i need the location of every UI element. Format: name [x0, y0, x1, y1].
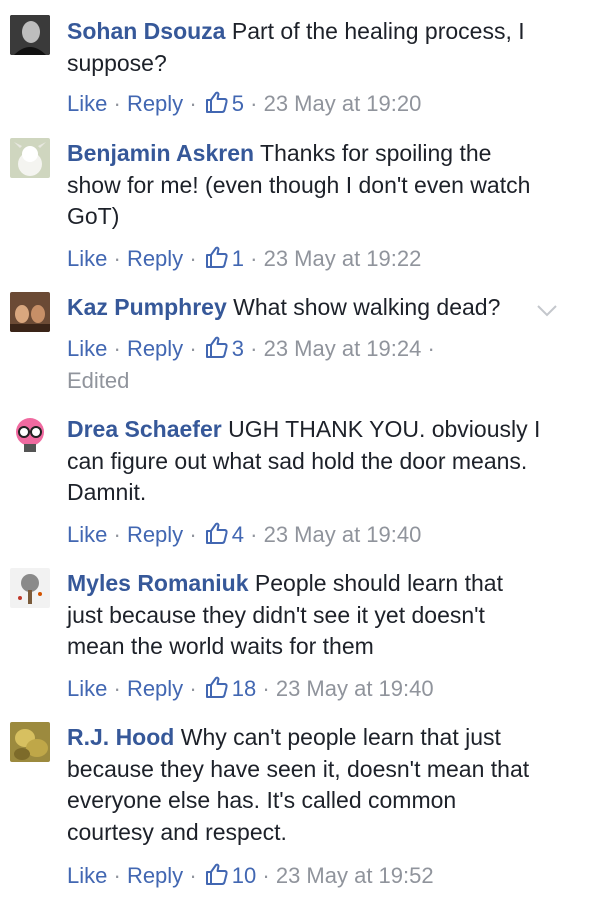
separator: · [113, 336, 121, 361]
like-count-button[interactable]: 3 [203, 336, 250, 361]
like-count: 1 [231, 246, 245, 271]
separator: · [113, 676, 121, 701]
reply-link[interactable]: Reply [127, 336, 183, 361]
comment-author[interactable]: R.J. Hood [67, 724, 174, 750]
comment-actions: Like · Reply · 3 · 23 May at 19:24 · [67, 333, 567, 364]
edited-label[interactable]: Edited [67, 365, 567, 396]
like-count: 10 [231, 863, 257, 888]
like-count: 3 [231, 336, 245, 361]
chevron-down-icon[interactable] [535, 300, 559, 320]
like-count-button[interactable]: 10 [203, 863, 263, 888]
reply-link[interactable]: Reply [127, 91, 183, 116]
comment-actions: Like · Reply · 18 · 23 May at 19:40 [67, 673, 567, 704]
timestamp[interactable]: 23 May at 19:52 [276, 863, 434, 888]
comment-actions: Like · Reply · 4 · 23 May at 19:40 [67, 519, 567, 550]
like-link[interactable]: Like [67, 91, 107, 116]
like-link[interactable]: Like [67, 676, 107, 701]
comment-body: Drea Schaefer UGH THANK YOU. obviously I… [67, 414, 542, 509]
separator: · [113, 246, 121, 271]
thumbs-up-icon [205, 522, 228, 544]
comment-body: Sohan Dsouza Part of the healing process… [67, 16, 542, 79]
separator: · [250, 336, 258, 361]
separator: · [250, 246, 258, 271]
comment-actions: Like · Reply · 1 · 23 May at 19:22 [67, 243, 567, 274]
comment-actions: Like · Reply · 10 · 23 May at 19:52 [67, 860, 567, 891]
separator: · [189, 522, 197, 547]
separator: · [189, 91, 197, 116]
comment-author[interactable]: Drea Schaefer [67, 416, 222, 442]
like-count: 4 [231, 522, 245, 547]
reply-link[interactable]: Reply [127, 522, 183, 547]
comment-author[interactable]: Myles Romaniuk [67, 570, 249, 596]
timestamp[interactable]: 23 May at 19:24 [264, 336, 422, 361]
separator: · [189, 863, 197, 888]
like-link[interactable]: Like [67, 336, 107, 361]
comment-text: What show walking dead? [233, 294, 501, 320]
separator: · [113, 522, 121, 547]
timestamp[interactable]: 23 May at 19:40 [276, 676, 434, 701]
separator: · [189, 246, 197, 271]
thumbs-up-icon [205, 91, 228, 113]
comment-body: R.J. Hood Why can't people learn that ju… [67, 722, 542, 848]
separator: · [189, 676, 197, 701]
like-link[interactable]: Like [67, 522, 107, 547]
comment-author[interactable]: Kaz Pumphrey [67, 294, 227, 320]
timestamp[interactable]: 23 May at 19:22 [264, 246, 422, 271]
like-link[interactable]: Like [67, 863, 107, 888]
avatar[interactable] [10, 414, 50, 454]
avatar[interactable] [10, 138, 50, 178]
like-link[interactable]: Like [67, 246, 107, 271]
avatar[interactable] [10, 568, 50, 608]
avatar[interactable] [10, 722, 50, 762]
separator: · [262, 676, 270, 701]
reply-link[interactable]: Reply [127, 246, 183, 271]
separator: · [189, 336, 197, 361]
separator: · [427, 336, 435, 361]
separator: · [262, 863, 270, 888]
thumbs-up-icon [205, 246, 228, 268]
thumbs-up-icon [205, 863, 228, 885]
like-count-button[interactable]: 5 [203, 91, 250, 116]
avatar[interactable] [10, 292, 50, 332]
thumbs-up-icon [205, 676, 228, 698]
separator: · [250, 91, 258, 116]
comment-author[interactable]: Sohan Dsouza [67, 18, 225, 44]
like-count: 5 [231, 91, 245, 116]
comment-author[interactable]: Benjamin Askren [67, 140, 254, 166]
comment-body: Myles Romaniuk People should learn that … [67, 568, 542, 663]
reply-link[interactable]: Reply [127, 863, 183, 888]
comment-body: Kaz Pumphrey What show walking dead? [67, 292, 542, 324]
like-count: 18 [231, 676, 257, 701]
avatar[interactable] [10, 15, 50, 55]
reply-link[interactable]: Reply [127, 676, 183, 701]
separator: · [250, 522, 258, 547]
thumbs-up-icon [205, 336, 228, 358]
like-count-button[interactable]: 1 [203, 246, 250, 271]
comment-body: Benjamin Askren Thanks for spoiling the … [67, 138, 542, 233]
comment-actions: Like · Reply · 5 · 23 May at 19:20 [67, 88, 567, 119]
separator: · [113, 91, 121, 116]
like-count-button[interactable]: 18 [203, 676, 263, 701]
separator: · [113, 863, 121, 888]
timestamp[interactable]: 23 May at 19:20 [264, 91, 422, 116]
timestamp[interactable]: 23 May at 19:40 [264, 522, 422, 547]
like-count-button[interactable]: 4 [203, 522, 250, 547]
